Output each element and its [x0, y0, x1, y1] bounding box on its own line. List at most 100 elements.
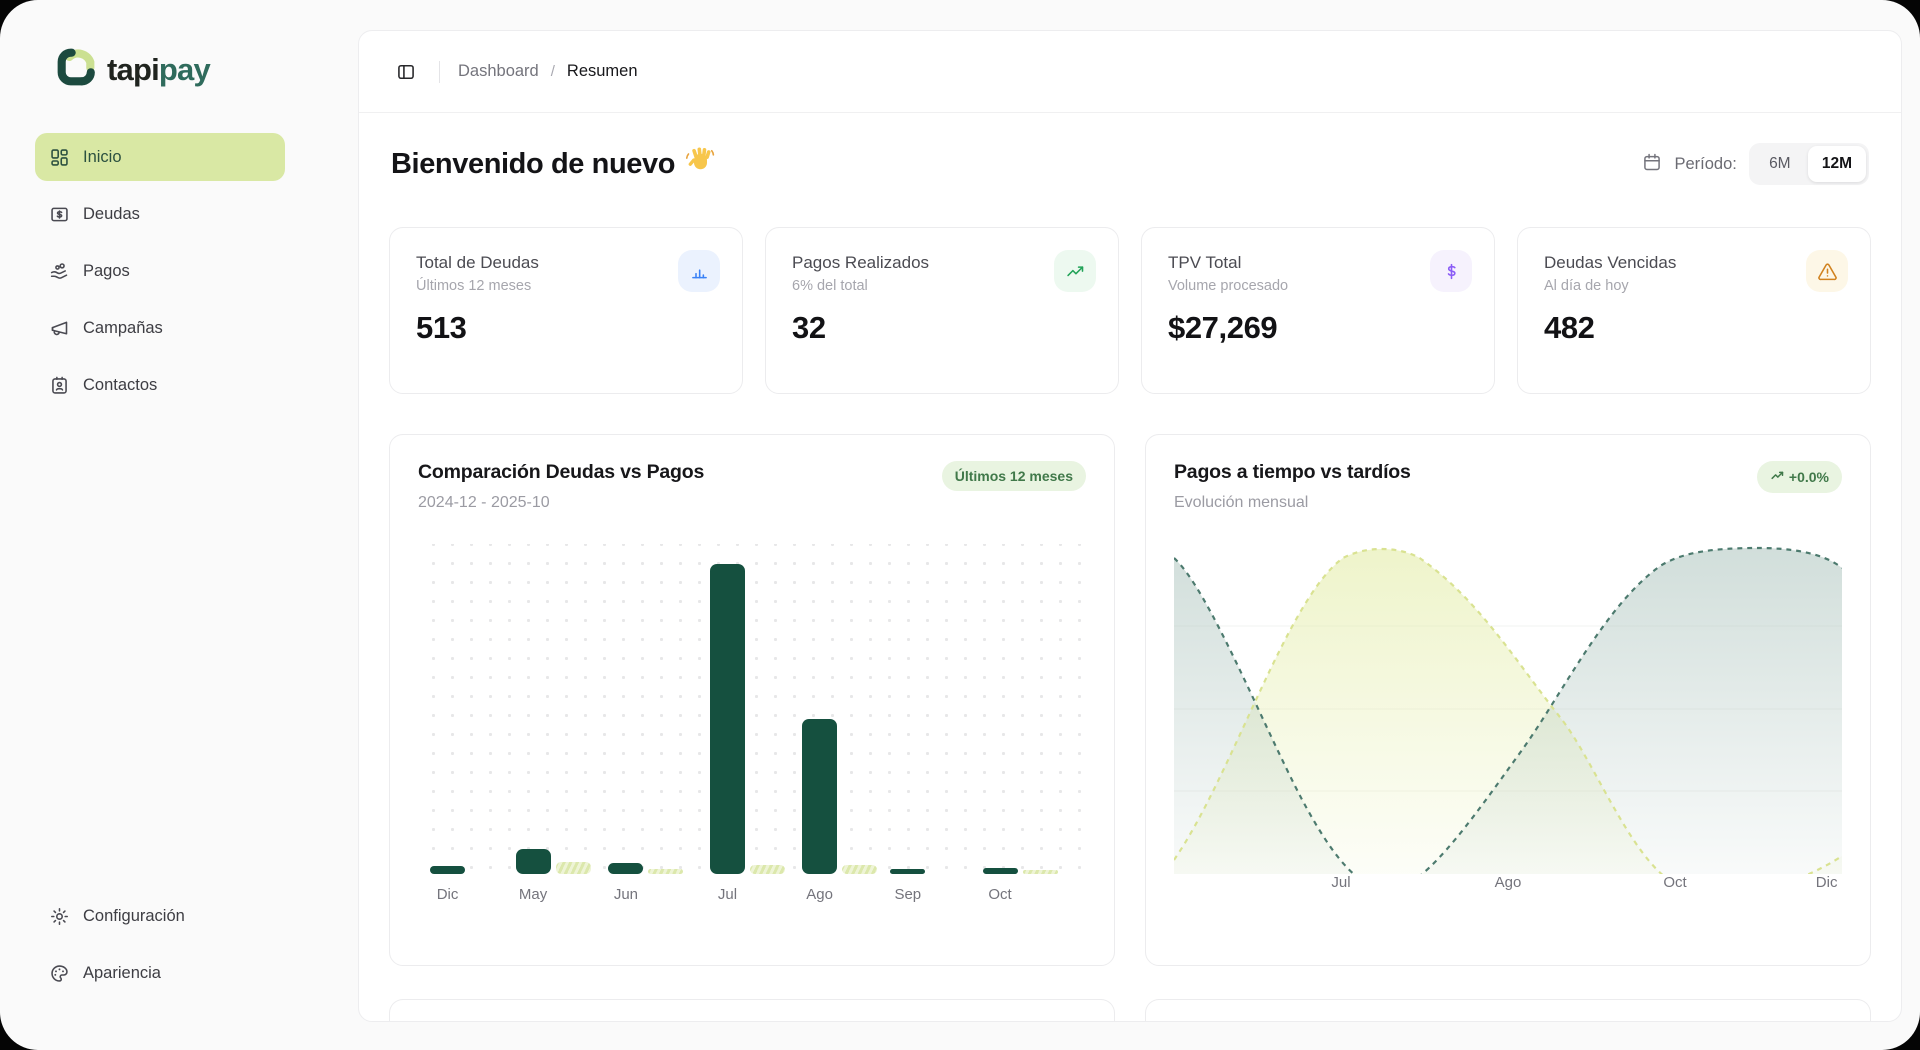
bar-x-label: Ago: [802, 886, 837, 903]
bar-chart-plot: Dic May Jun JulAgo Sep Oct: [418, 544, 1086, 874]
stat-value: 482: [1544, 310, 1844, 346]
sidebar-item-label: Deudas: [83, 205, 140, 224]
bar-chart-icon: [678, 250, 720, 292]
bar-chart-card: Comparación Deudas vs Pagos 2024-12 - 20…: [389, 434, 1115, 966]
bar-pagos: [750, 865, 785, 874]
area-chart-title: Pagos a tiempo vs tardíos: [1174, 461, 1411, 484]
area-chart-badge: +0.0%: [1757, 461, 1842, 493]
stat-value: $27,269: [1168, 310, 1468, 346]
bar-x-label: Dic: [430, 886, 465, 903]
bar-deudas: [890, 869, 925, 874]
stat-value: 513: [416, 310, 716, 346]
sidebar-item-contactos[interactable]: Contactos: [35, 361, 285, 409]
stat-card-totaldedeudas: Total de Deudas Últimos 12 meses 513: [389, 227, 743, 394]
period-label: Período:: [1674, 155, 1736, 174]
stat-card-pagosrealizados: Pagos Realizados6% del total32: [765, 227, 1119, 394]
stat-value: 32: [792, 310, 1092, 346]
stat-subtitle: Al día de hoy: [1544, 278, 1844, 294]
main-panel: Dashboard / Resumen Bienvenido de nuevo: [358, 30, 1902, 1022]
bar-x-label: Jul: [710, 886, 745, 903]
bar-group-jul: Jul: [710, 564, 785, 874]
trending-up-icon: [1770, 468, 1785, 486]
hand-coins-icon: [49, 261, 70, 282]
sidebar-item-label: Inicio: [83, 148, 122, 167]
stat-card-deudasvencidas: Deudas VencidasAl día de hoy482: [1517, 227, 1871, 394]
breadcrumb-dashboard[interactable]: Dashboard: [458, 62, 539, 81]
breadcrumb-current-page: Resumen: [567, 62, 638, 81]
area-x-label: Dic: [1816, 874, 1838, 891]
area-chart-x-axis: Jul Ago Oct Dic: [1174, 874, 1842, 894]
megaphone-icon: [49, 318, 70, 339]
gear-icon: [49, 906, 70, 927]
area-chart-card: Pagos a tiempo vs tardíos Evolución mens…: [1145, 434, 1871, 966]
brand-name: tapipay: [107, 52, 210, 88]
sidebar-item-configuracion[interactable]: Configuración: [35, 892, 285, 940]
area-chart-subtitle: Evolución mensual: [1174, 494, 1411, 512]
alert-triangle-icon: [1806, 250, 1848, 292]
sidebar-toggle-button[interactable]: [391, 57, 421, 87]
page-title: Bienvenido de nuevo: [391, 145, 715, 183]
sidebar-nav: Inicio Deudas Pagos Campañas Contactos: [35, 133, 285, 418]
sidebar-item-label: Pagos: [83, 262, 130, 281]
calendar-icon: [1642, 152, 1662, 177]
palette-icon: [49, 963, 70, 984]
waving-hand-icon: [685, 145, 715, 183]
bar-deudas: [430, 866, 465, 874]
peek-card-left: [389, 999, 1115, 1022]
bar-deudas: [608, 863, 643, 874]
period-option-6m[interactable]: 6M: [1752, 146, 1808, 182]
stat-title: TPV Total: [1168, 253, 1468, 273]
sidebar-item-apariencia[interactable]: Apariencia: [35, 949, 285, 997]
bar-group-jun: Jun: [608, 863, 683, 874]
area-x-label: Oct: [1663, 874, 1686, 891]
sidebar-item-inicio[interactable]: Inicio: [35, 133, 285, 181]
sidebar-footer-nav: Configuración Apariencia: [35, 892, 285, 1006]
bar-pagos: [1023, 870, 1058, 874]
bar-x-label: Oct: [983, 886, 1018, 903]
period-selector: Período: 6M 12M: [1642, 143, 1869, 185]
sidebar-item-label: Apariencia: [83, 964, 161, 983]
tapipay-logo-icon: [55, 46, 97, 93]
bar-x-label: May: [516, 886, 551, 903]
bar-group-may: May: [516, 849, 591, 874]
bar-group-ago: Ago: [802, 719, 877, 874]
area-x-label: Ago: [1495, 874, 1522, 891]
period-option-12m[interactable]: 12M: [1808, 146, 1866, 182]
bar-chart-title: Comparación Deudas vs Pagos: [418, 461, 704, 484]
stat-title: Total de Deudas: [416, 253, 716, 273]
stat-subtitle: 6% del total: [792, 278, 1092, 294]
bar-x-label: Jun: [608, 886, 643, 903]
next-cards-row: [389, 999, 1871, 1022]
stat-subtitle: Últimos 12 meses: [416, 278, 716, 294]
period-segmented-control: 6M 12M: [1749, 143, 1869, 185]
bar-pagos: [648, 869, 683, 874]
bar-group-oct: Oct: [983, 868, 1058, 874]
bar-x-label: Sep: [890, 886, 925, 903]
peek-card-right: [1145, 999, 1871, 1022]
sidebar: tapipay Inicio Deudas Pagos Campañas Contact…: [0, 0, 358, 1050]
app-window: tapipay Inicio Deudas Pagos Campañas Contact…: [0, 0, 1920, 1050]
bar-deudas: [710, 564, 745, 874]
bar-pagos: [556, 862, 591, 874]
banknote-dollar-icon: [49, 204, 70, 225]
area-x-label: Jul: [1331, 874, 1350, 891]
sidebar-item-campanas[interactable]: Campañas: [35, 304, 285, 352]
bar-deudas: [983, 868, 1018, 874]
brand-logo[interactable]: tapipay: [35, 46, 358, 93]
contact-card-icon: [49, 375, 70, 396]
breadcrumb-separator: /: [551, 63, 555, 80]
stats-row: Total de DeudasÚltimos 12 meses513Pagos …: [389, 227, 1871, 394]
dashboard-icon: [49, 147, 70, 168]
header-divider: [439, 61, 440, 83]
bar-deudas: [802, 719, 837, 874]
bar-group-dic: Dic: [430, 866, 465, 874]
bar-group-sep: Sep: [890, 869, 925, 874]
stat-subtitle: Volume procesado: [1168, 278, 1468, 294]
sidebar-item-deudas[interactable]: Deudas: [35, 190, 285, 238]
sidebar-item-label: Campañas: [83, 319, 163, 338]
top-header: Dashboard / Resumen: [359, 31, 1901, 113]
sidebar-item-pagos[interactable]: Pagos: [35, 247, 285, 295]
bar-chart-subtitle: 2024-12 - 2025-10: [418, 494, 704, 512]
page-content: Bienvenido de nuevo: [359, 113, 1901, 1022]
bar-pagos: [842, 865, 877, 874]
